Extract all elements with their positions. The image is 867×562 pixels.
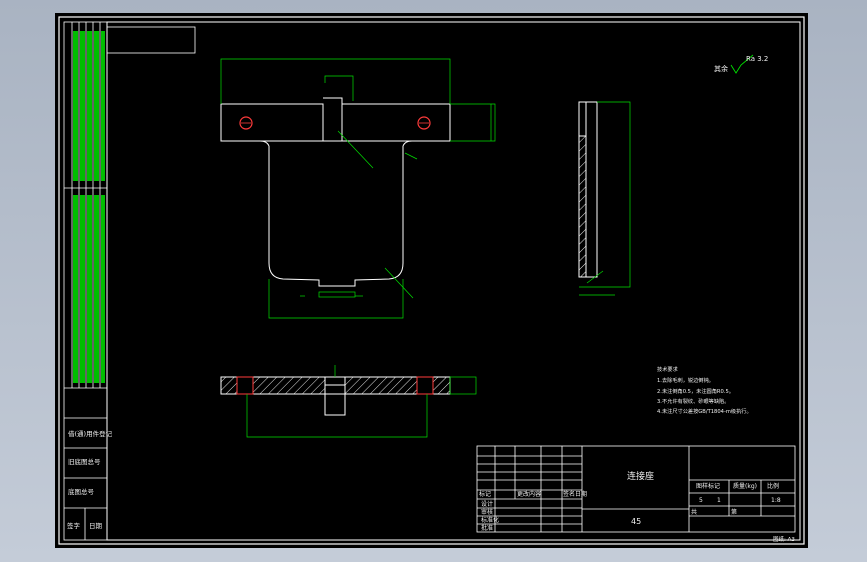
inner-border: [106, 21, 801, 541]
strip-label-4: 签字: [67, 521, 81, 530]
strip-label-1: 借(通)用件登记: [68, 429, 113, 438]
roughness-label: 其余: [714, 64, 728, 73]
side-view: [578, 101, 631, 296]
title-block-text: 连接座 45 图样标记 质量(kg) 比例 5 1 1:8 共 第 标记 更改内…: [479, 470, 781, 532]
tech-note-4: 4.未注尺寸公差按GB/T1804-m级执行。: [657, 407, 752, 415]
drawing-sheet: 借(通)用件登记 旧底图总号 底图总号 签字 日期 其余 Ra 3.2 技术要求…: [55, 13, 808, 548]
col-sheets: 共: [691, 508, 697, 516]
ref-scale: 1: [717, 497, 721, 504]
part-name: 连接座: [627, 470, 654, 482]
row-std: 标准化: [481, 516, 499, 524]
strip-label-5: 日期: [89, 522, 103, 530]
row-sign: 签名日期: [563, 490, 587, 498]
row-zone: 更改内容: [517, 490, 541, 498]
row-check: 审核: [481, 508, 493, 516]
outer-border: [58, 16, 805, 545]
tech-note-3: 3.不允许有裂纹、砂眼等缺陷。: [657, 397, 729, 405]
tech-note-2: 2.未注倒角0.5，未注圆角R0.5。: [657, 387, 734, 395]
roughness-value: Ra 3.2: [746, 55, 768, 63]
strip-label-2: 旧底图总号: [68, 457, 101, 466]
row-approve: 批准: [481, 524, 493, 532]
tech-notes: 技术要求 1.去除毛刺，锐边倒钝。 2.未注倒角0.5，未注圆角R0.5。 3.…: [657, 365, 752, 415]
part-material: 45: [631, 517, 641, 526]
front-view-dimensions: [220, 58, 496, 319]
section-view: [220, 365, 477, 438]
col-scale: 比例: [767, 482, 779, 490]
col-stage: 图样标记: [696, 482, 720, 490]
tech-notes-heading: 技术要求: [657, 365, 679, 373]
col-weight: 质量(kg): [733, 482, 757, 490]
tech-note-1: 1.去除毛刺，锐边倒钝。: [657, 376, 714, 384]
cad-drawing: 借(通)用件登记 旧底图总号 底图总号 签字 日期 其余 Ra 3.2 技术要求…: [58, 16, 805, 545]
scale-value: 1:8: [771, 497, 781, 504]
front-view: [220, 97, 451, 287]
row-mark: 标记: [479, 490, 491, 498]
strip-label-3: 底图总号: [68, 487, 95, 496]
col-sheet-no: 第: [731, 508, 737, 516]
ref-qty: 5: [699, 497, 703, 504]
row-design: 设计: [481, 500, 493, 508]
footer-note: 图纸: A3: [773, 535, 795, 543]
left-strip-labels: 借(通)用件登记 旧底图总号 底图总号 签字 日期: [67, 429, 113, 530]
roughness-symbol: 其余 Ra 3.2: [714, 54, 768, 74]
